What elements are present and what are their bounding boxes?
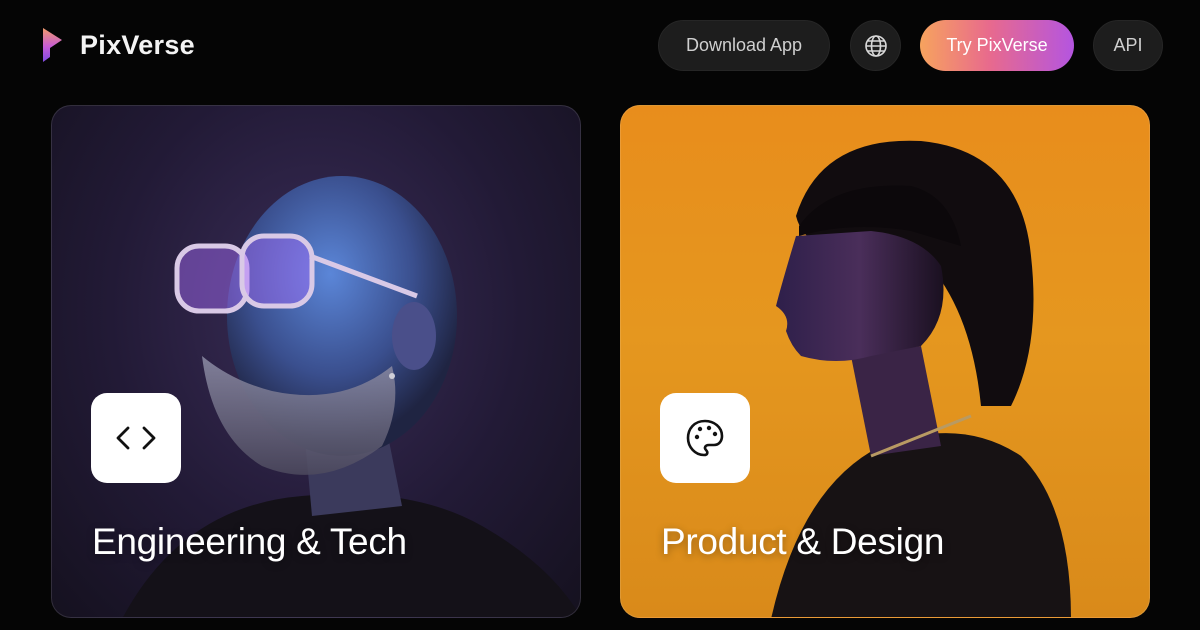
try-pixverse-button[interactable]: Try PixVerse [920, 20, 1074, 71]
globe-icon [864, 34, 887, 57]
palette-icon [686, 419, 724, 457]
code-icon [116, 426, 156, 450]
brand-logo[interactable]: PixVerse [40, 26, 195, 64]
brand-name: PixVerse [80, 29, 196, 60]
card-title-engineering: Engineering & Tech [92, 521, 407, 562]
card-title-product-design: Product & Design [661, 521, 945, 562]
language-button[interactable] [850, 20, 901, 71]
category-card-product-design[interactable]: Product & Design [620, 105, 1150, 618]
code-icon-box [91, 393, 181, 483]
pixverse-logo-icon [43, 28, 62, 62]
category-card-engineering[interactable]: Engineering & Tech [51, 105, 581, 618]
api-button[interactable]: API [1093, 20, 1163, 71]
download-app-button[interactable]: Download App [658, 20, 830, 71]
palette-icon-box [660, 393, 750, 483]
